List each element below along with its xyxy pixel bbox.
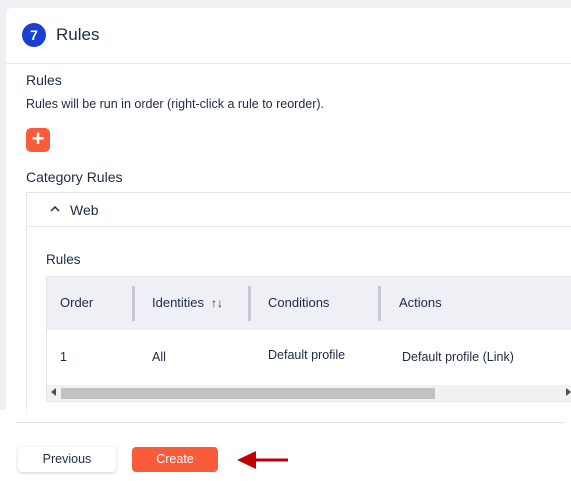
step-title: Rules — [56, 25, 100, 44]
step-header: 7 Rules — [6, 8, 571, 64]
category-panel: Web Rules Order Identities ↑↓ Conditions… — [26, 192, 571, 410]
table-header: Order Identities ↑↓ Conditions Actions — [47, 277, 571, 330]
category-rules-label: Category Rules — [26, 169, 123, 185]
cell-identities: All — [152, 350, 166, 364]
scroll-left-arrow-icon[interactable] — [51, 388, 56, 396]
cell-order: 1 — [60, 350, 67, 364]
sort-icon[interactable]: ↑↓ — [211, 296, 223, 310]
step-number-badge: 7 — [22, 23, 46, 47]
wizard-footer: Previous Create — [0, 410, 571, 481]
plus-icon: + — [31, 126, 45, 151]
column-header-actions[interactable]: Actions — [399, 295, 442, 310]
annotation-arrow-icon — [237, 451, 288, 469]
scroll-right-arrow-icon[interactable] — [566, 388, 571, 396]
column-header-conditions[interactable]: Conditions — [268, 295, 329, 310]
create-button[interactable]: Create — [132, 447, 218, 472]
previous-button[interactable]: Previous — [18, 447, 116, 472]
category-rules-table-label: Rules — [46, 252, 81, 267]
rules-table: Order Identities ↑↓ Conditions Actions 1… — [46, 276, 571, 402]
column-resize-handle[interactable] — [378, 286, 381, 321]
step-card: 7 Rules Rules Rules will be run in order… — [6, 8, 571, 410]
rules-section-description: Rules will be run in order (right-click … — [26, 97, 325, 111]
rules-section-label: Rules — [26, 72, 62, 88]
column-resize-handle[interactable] — [248, 286, 251, 321]
add-rule-button[interactable]: + — [26, 128, 50, 152]
column-header-identities[interactable]: Identities — [152, 295, 204, 310]
page-frame: 7 Rules Rules Rules will be run in order… — [0, 0, 571, 481]
footer-divider — [16, 422, 565, 423]
column-resize-handle[interactable] — [132, 286, 135, 321]
chevron-up-icon[interactable] — [50, 204, 60, 214]
category-header[interactable]: Web — [27, 193, 571, 227]
scrollbar-thumb[interactable] — [61, 388, 435, 399]
horizontal-scrollbar[interactable] — [47, 385, 571, 401]
cell-actions: Default profile (Link) — [402, 350, 514, 364]
category-name: Web — [70, 202, 99, 218]
column-header-order[interactable]: Order — [60, 295, 93, 310]
cell-conditions: Default profile — [268, 348, 346, 362]
